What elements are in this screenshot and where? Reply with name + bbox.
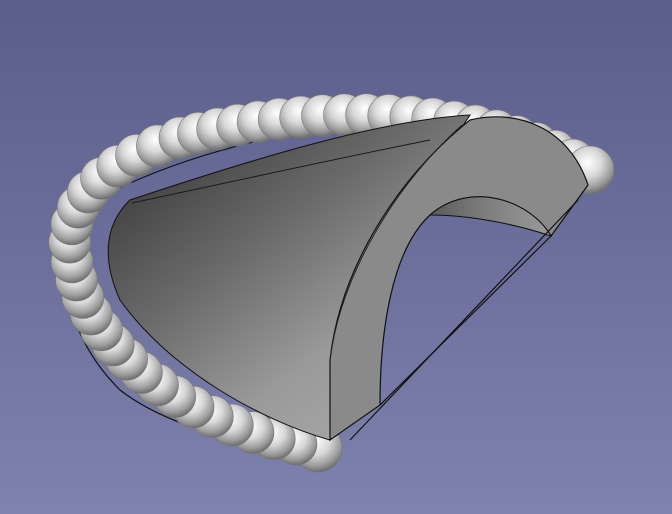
cad-model-scene[interactable]	[0, 0, 672, 514]
3d-viewport[interactable]	[0, 0, 672, 514]
